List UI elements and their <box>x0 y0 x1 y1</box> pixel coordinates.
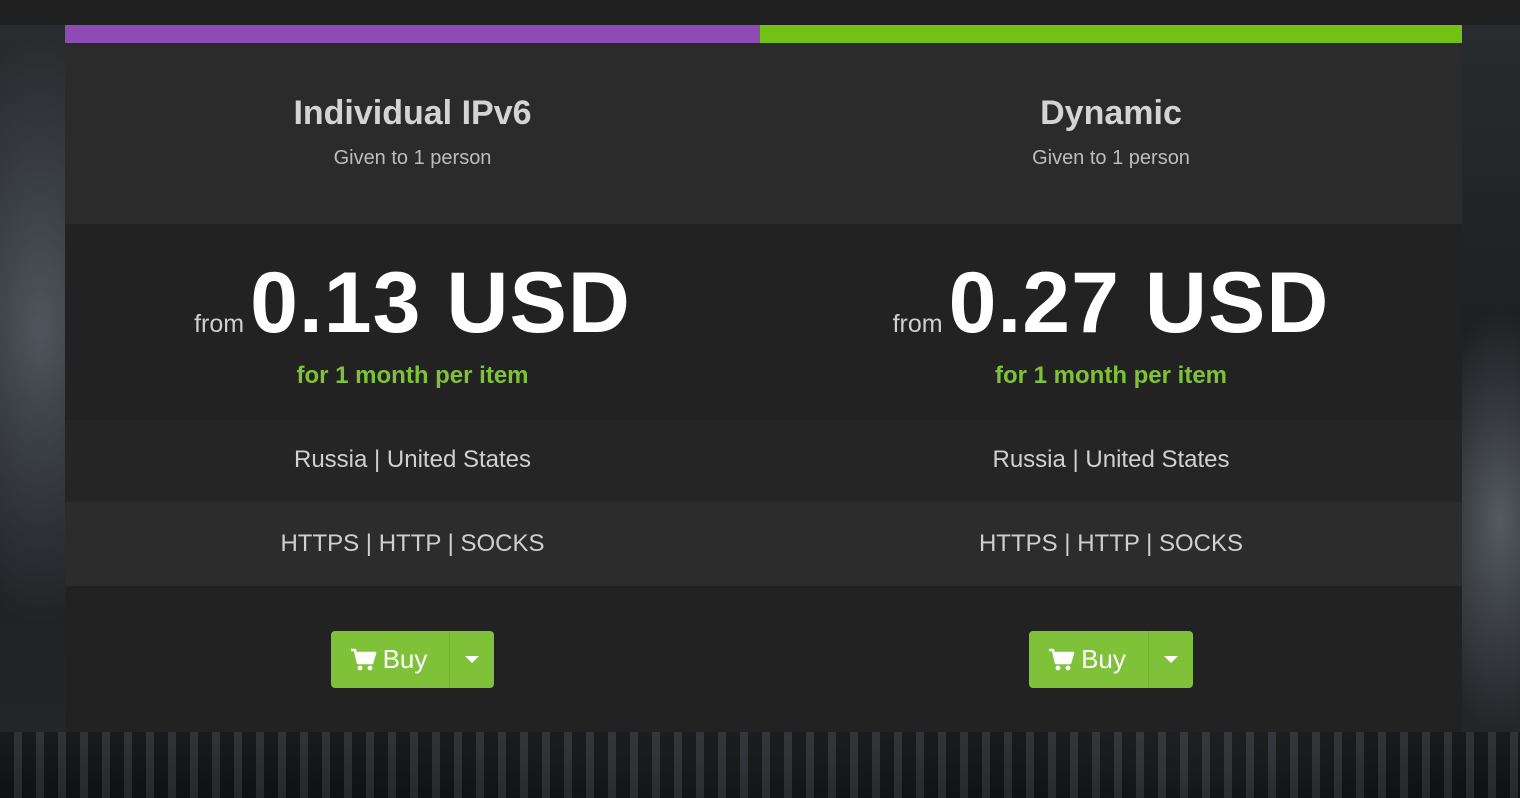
plan-subtitle: Given to 1 person <box>333 147 492 169</box>
shopping-cart-icon <box>350 648 377 672</box>
plan-protocols: HTTPS | HTTP | SOCKS <box>760 502 1462 586</box>
buy-dropdown-toggle[interactable] <box>450 631 495 688</box>
price-line: from0.27 USD <box>760 260 1462 346</box>
price-prefix: from <box>892 310 943 338</box>
pricing-table: Individual IPv6 Given to 1 person from0.… <box>65 25 1462 732</box>
plan-subtitle: Given to 1 person <box>1032 147 1190 169</box>
plan-footer: Buy <box>760 586 1462 732</box>
plan-title: Dynamic <box>1040 94 1182 132</box>
price-amount: 0.13 USD <box>250 255 631 351</box>
plan-title: Individual IPv6 <box>293 94 532 132</box>
plan-protocols: HTTPS | HTTP | SOCKS <box>65 502 760 586</box>
price-period: for 1 month per item <box>296 362 529 389</box>
plan-header: Individual IPv6 Given to 1 person <box>65 43 760 224</box>
plan-price-block: from0.27 USD for 1 month per item <box>760 224 1462 420</box>
buy-dropdown-toggle[interactable] <box>1148 631 1193 688</box>
plan-accent-bar <box>760 25 1462 43</box>
shopping-cart-icon <box>1049 648 1075 672</box>
buy-button[interactable]: Buy <box>330 631 451 688</box>
plan-countries: Russia | United States <box>760 420 1462 502</box>
plan-accent-bar <box>65 25 760 43</box>
caret-down-icon <box>1163 656 1178 663</box>
plan-card-dynamic: Dynamic Given to 1 person from0.27 USD f… <box>760 25 1462 732</box>
plan-countries: Russia | United States <box>65 420 760 502</box>
price-amount: 0.27 USD <box>948 255 1330 351</box>
top-bar <box>0 0 1520 25</box>
buy-button-label: Buy <box>382 644 428 674</box>
plan-footer: Buy <box>65 586 760 732</box>
price-period: for 1 month per item <box>994 362 1228 389</box>
buy-button-label: Buy <box>1081 644 1126 674</box>
buy-button-group: Buy <box>330 631 495 688</box>
caret-down-icon <box>465 656 480 663</box>
plan-card-individual-ipv6: Individual IPv6 Given to 1 person from0.… <box>65 25 760 732</box>
plan-header: Dynamic Given to 1 person <box>760 43 1462 224</box>
buy-button[interactable]: Buy <box>1029 631 1149 688</box>
buy-button-group: Buy <box>1029 631 1193 688</box>
plan-price-block: from0.13 USD for 1 month per item <box>65 224 760 420</box>
price-line: from0.13 USD <box>65 260 760 346</box>
background-image <box>0 732 1520 798</box>
price-prefix: from <box>194 310 245 338</box>
